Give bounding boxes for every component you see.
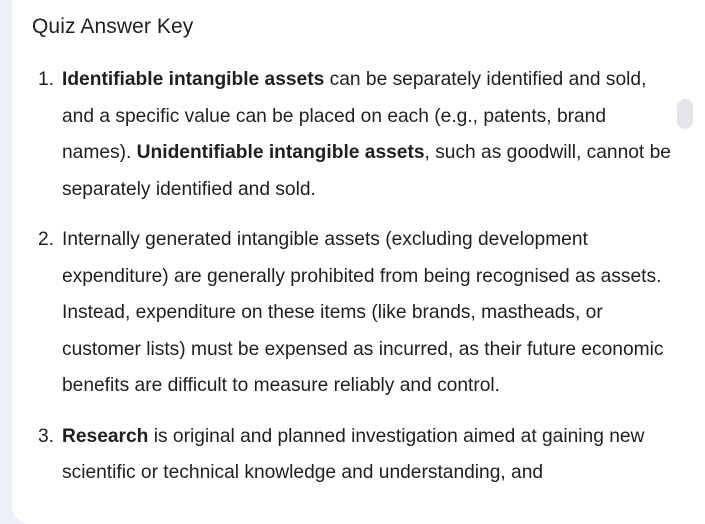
scrollbar-thumb[interactable] — [677, 99, 693, 129]
answer-number: 3. — [38, 425, 55, 447]
answer-item-1: 1. Identifiable intangible assets can be… — [38, 62, 678, 208]
answer-list: 1. Identifiable intangible assets can be… — [38, 62, 678, 506]
answer-text: is original and planned investigation ai… — [62, 425, 645, 484]
answer-term: Research — [62, 425, 149, 447]
answer-number: 2. — [38, 229, 55, 250]
answer-number: 1. — [38, 69, 55, 90]
answer-item-3: 3. Research is original and planned inve… — [38, 419, 678, 492]
answer-term: Unidentifiable intangible assets — [136, 142, 425, 163]
answer-key-panel: Quiz Answer Key 1. Identifiable intangib… — [12, 0, 705, 524]
answer-text: Internally generated intangible assets (… — [62, 229, 664, 396]
answer-item-2: 2. Internally generated intangible asset… — [38, 222, 678, 405]
page-title: Quiz Answer Key — [32, 15, 194, 38]
answer-term: Identifiable intangible assets — [62, 69, 325, 90]
